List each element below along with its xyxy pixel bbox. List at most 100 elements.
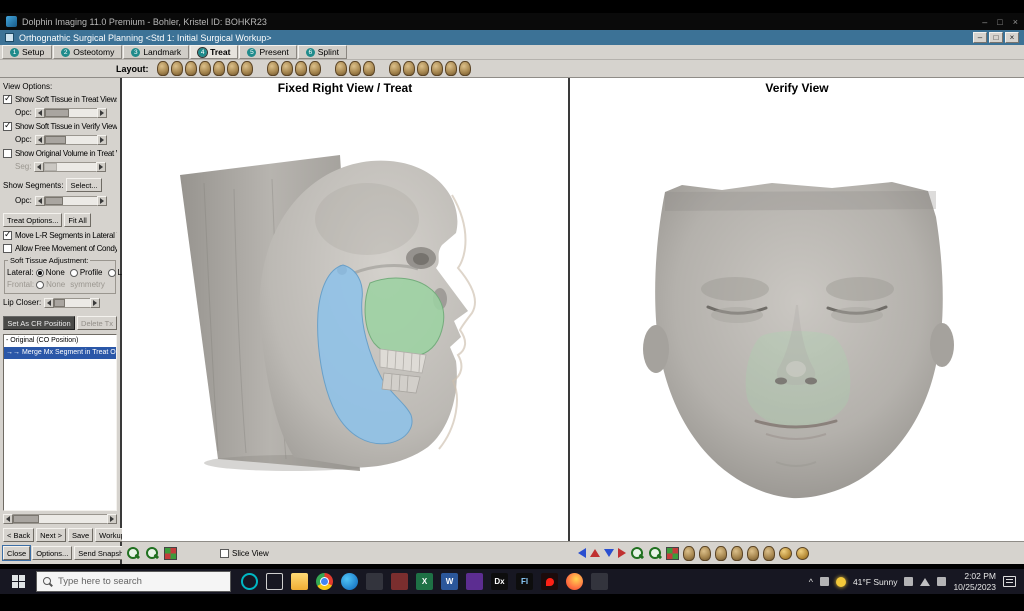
list-horizontal-scrollbar[interactable]: [3, 513, 117, 524]
move-down-arrow-icon[interactable]: [604, 549, 614, 557]
slider-left-arrow[interactable]: [44, 298, 54, 308]
volume-icon[interactable]: [937, 577, 946, 586]
minimize-icon[interactable]: [973, 32, 987, 43]
opacity-slider[interactable]: [35, 196, 107, 206]
tab-osteotomy[interactable]: 2Osteotomy: [53, 45, 122, 59]
skull-view-icon[interactable]: [715, 546, 727, 561]
tray-icon[interactable]: [904, 577, 913, 586]
minimize-icon[interactable]: [982, 17, 987, 27]
scroll-right-arrow[interactable]: [107, 514, 117, 524]
zoom-in-icon[interactable]: [126, 546, 140, 560]
skull-layout-icon[interactable]: [213, 61, 225, 76]
layout-grid-icon[interactable]: [666, 547, 679, 560]
tab-present[interactable]: 5Present: [239, 45, 296, 59]
checkbox-icon[interactable]: [3, 149, 12, 158]
layout-grid-icon[interactable]: [164, 547, 177, 560]
tray-icon[interactable]: [820, 577, 829, 586]
skull-view-icon[interactable]: [683, 546, 695, 561]
excel-icon[interactable]: X: [416, 573, 433, 590]
skull-layout-icon[interactable]: [363, 61, 375, 76]
round-view-icon[interactable]: [796, 547, 809, 560]
tab-landmark[interactable]: 3Landmark: [123, 45, 189, 59]
network-icon[interactable]: [920, 578, 930, 586]
app-titlebar[interactable]: Dolphin Imaging 11.0 Premium - Bohler, K…: [0, 13, 1024, 30]
back-button[interactable]: < Back: [3, 528, 34, 542]
zoom-in-icon[interactable]: [630, 546, 644, 560]
round-view-icon[interactable]: [779, 547, 792, 560]
move-up-arrow-icon[interactable]: [590, 549, 600, 557]
chrome-icon[interactable]: [316, 573, 333, 590]
checkbox-icon[interactable]: [3, 95, 12, 104]
show-soft-tissue-treat-checkbox[interactable]: Show Soft Tissue in Treat Views:: [3, 94, 117, 105]
skull-layout-icon[interactable]: [403, 61, 415, 76]
acrobat-icon[interactable]: [541, 573, 558, 590]
slider-right-arrow[interactable]: [97, 108, 107, 118]
skull-layout-icon[interactable]: [185, 61, 197, 76]
scroll-left-arrow[interactable]: [3, 514, 13, 524]
move-lr-segments-checkbox[interactable]: Move L-R Segments in Lateral Views: [3, 230, 117, 241]
skull-view-icon[interactable]: [699, 546, 711, 561]
skull-view-icon[interactable]: [747, 546, 759, 561]
cortana-icon[interactable]: [241, 573, 258, 590]
save-button[interactable]: Save: [68, 528, 93, 542]
module-titlebar[interactable]: Orthognathic Surgical Planning <Std 1: I…: [0, 30, 1024, 45]
word-icon[interactable]: W: [441, 573, 458, 590]
close-icon[interactable]: [1013, 17, 1018, 27]
file-explorer-icon[interactable]: [291, 573, 308, 590]
set-as-cr-position-button[interactable]: Set As CR Position: [3, 316, 75, 330]
task-view-icon[interactable]: [266, 573, 283, 590]
action-center-icon[interactable]: [1003, 576, 1016, 587]
skull-layout-icon[interactable]: [171, 61, 183, 76]
maximize-icon[interactable]: [989, 32, 1003, 43]
radio-lateral-lips[interactable]: [108, 269, 116, 277]
skull-layout-icon[interactable]: [335, 61, 347, 76]
treatment-position-list[interactable]: - Original (CO Position) →→ Merge Mx Seg…: [3, 334, 117, 511]
skull-layout-icon[interactable]: [227, 61, 239, 76]
davinci-icon[interactable]: Dx: [491, 573, 508, 590]
list-item-selected[interactable]: →→ Merge Mx Segment in Treat Occl. Ho: [4, 347, 116, 359]
fit-all-button[interactable]: Fit All: [64, 213, 90, 227]
show-soft-tissue-verify-checkbox[interactable]: Show Soft Tissue in Verify View:: [3, 121, 117, 132]
free-condyle-movement-checkbox[interactable]: Allow Free Movement of Condyles: [3, 243, 117, 254]
tab-splint[interactable]: 6Splint: [298, 45, 347, 59]
checkbox-icon[interactable]: [3, 244, 12, 253]
radio-lateral-none[interactable]: [36, 269, 44, 277]
list-item[interactable]: - Original (CO Position): [4, 335, 116, 347]
skull-layout-icon[interactable]: [241, 61, 253, 76]
skull-layout-icon[interactable]: [295, 61, 307, 76]
teams-icon[interactable]: [466, 573, 483, 590]
treat-options-button[interactable]: Treat Options...: [3, 213, 62, 227]
next-button[interactable]: Next >: [36, 528, 66, 542]
skull-layout-icon[interactable]: [309, 61, 321, 76]
skull-layout-icon[interactable]: [199, 61, 211, 76]
search-input[interactable]: [58, 576, 208, 587]
skull-layout-icon[interactable]: [417, 61, 429, 76]
skull-layout-icon[interactable]: [157, 61, 169, 76]
skull-layout-icon[interactable]: [459, 61, 471, 76]
opacity-slider[interactable]: [35, 108, 107, 118]
skull-layout-icon[interactable]: [445, 61, 457, 76]
zoom-out-icon[interactable]: [145, 546, 159, 560]
zoom-out-icon[interactable]: [648, 546, 662, 560]
skull-view-icon[interactable]: [731, 546, 743, 561]
delete-tx-button[interactable]: Delete Tx: [77, 316, 117, 330]
tab-setup[interactable]: 1Setup: [2, 45, 52, 59]
start-button[interactable]: [0, 569, 36, 594]
move-left-arrow-icon[interactable]: [578, 548, 586, 558]
select-segments-button[interactable]: Select...: [66, 178, 101, 192]
taskbar-clock[interactable]: 2:02 PM 10/25/2023: [953, 571, 996, 592]
slider-left-arrow[interactable]: [35, 108, 45, 118]
skull-view-icon[interactable]: [763, 546, 775, 561]
slider-left-arrow[interactable]: [35, 196, 45, 206]
opacity-slider[interactable]: [35, 135, 107, 145]
slider-right-arrow[interactable]: [97, 135, 107, 145]
tab-treat[interactable]: 4Treat: [190, 45, 238, 59]
skull-layout-icon[interactable]: [349, 61, 361, 76]
radio-lateral-profile[interactable]: [70, 269, 78, 277]
checkbox-icon[interactable]: [3, 122, 12, 131]
skull-layout-icon[interactable]: [267, 61, 279, 76]
verify-view[interactable]: Verify View: [570, 78, 1024, 541]
skull-layout-icon[interactable]: [431, 61, 443, 76]
taskbar-search[interactable]: [36, 571, 231, 592]
skull-lateral-render[interactable]: [122, 97, 568, 540]
